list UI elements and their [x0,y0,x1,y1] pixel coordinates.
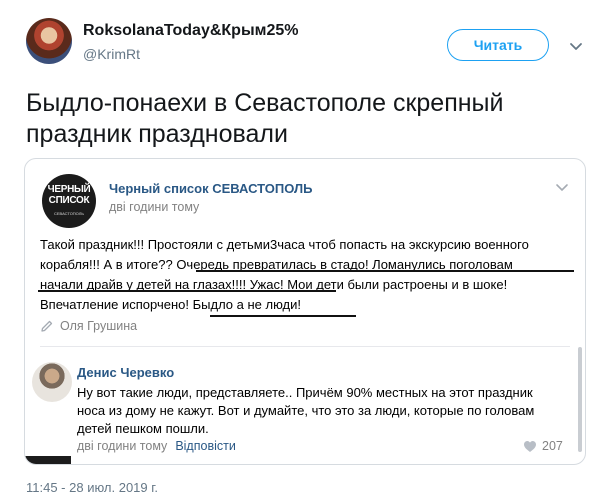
post-line: начали драйв у детей на глазах!!!! Ужас!… [40,277,508,292]
divider [40,346,570,347]
comment-time: дві години тому [77,439,168,453]
group-avatar-line2: СПИСОК [48,194,90,206]
post-author: Оля Грушина [40,319,137,333]
commenter-avatar [32,362,72,402]
post-time: дві години тому [109,200,200,214]
post-line: Впечатление испорчено! Быдло а не люди! [40,297,302,312]
underline-mark [210,315,356,317]
comment-line: Ну вот такие люди, представляете.. Причё… [77,385,533,400]
chevron-down-icon[interactable] [568,38,584,54]
follow-button[interactable]: Читать [447,29,549,61]
comment-meta: дві години тому Відповісти [77,439,236,453]
display-name[interactable]: RoksolanaToday&Крым25% [83,22,298,40]
underline-mark [38,290,336,292]
user-handle[interactable]: @KrimRt [83,46,140,62]
scrollbar [578,347,582,452]
tweet-text: Быдло-понаехи в Севастополе скрепный пра… [26,89,504,148]
image-strip [25,456,71,464]
comment-line: носа из дому не кажут. Вот и думайте, чт… [77,403,535,418]
commenter-name: Денис Черевко [77,365,175,380]
user-avatar[interactable] [26,18,72,64]
group-avatar-line1: ЧЕРНЫЙ [47,183,91,195]
post-body: Такой праздник!!! Простояли с детьми3час… [38,235,574,317]
pencil-icon [41,320,53,332]
group-avatar: ЧЕРНЫЙ СПИСОК СЕВАСТОПОЛЬ [42,174,96,228]
reply-link: Відповісти [175,439,236,453]
group-avatar-line3: СЕВАСТОПОЛЬ [54,210,84,216]
comment-text: Ну вот такие люди, представляете.. Причё… [77,384,567,438]
likes-count: 207 [542,439,563,453]
post-author-name: Оля Грушина [60,319,138,333]
post-line: Такой праздник!!! Простояли с детьми3час… [40,237,529,252]
tweet-timestamp[interactable]: 11:45 - 28 июл. 2019 г. [26,480,158,495]
comment-likes: 207 [523,439,563,453]
comment-line: детей пешком пошли. [77,421,209,436]
embedded-screenshot[interactable]: ЧЕРНЫЙ СПИСОК СЕВАСТОПОЛЬ Черный список … [24,158,586,465]
chevron-down-icon [556,184,568,192]
group-name: Черный список СЕВАСТОПОЛЬ [109,181,313,196]
underline-mark [196,270,574,272]
heart-icon [524,440,536,452]
post-line: корабля!!! А в итоге?? Очередь превратил… [40,257,513,272]
